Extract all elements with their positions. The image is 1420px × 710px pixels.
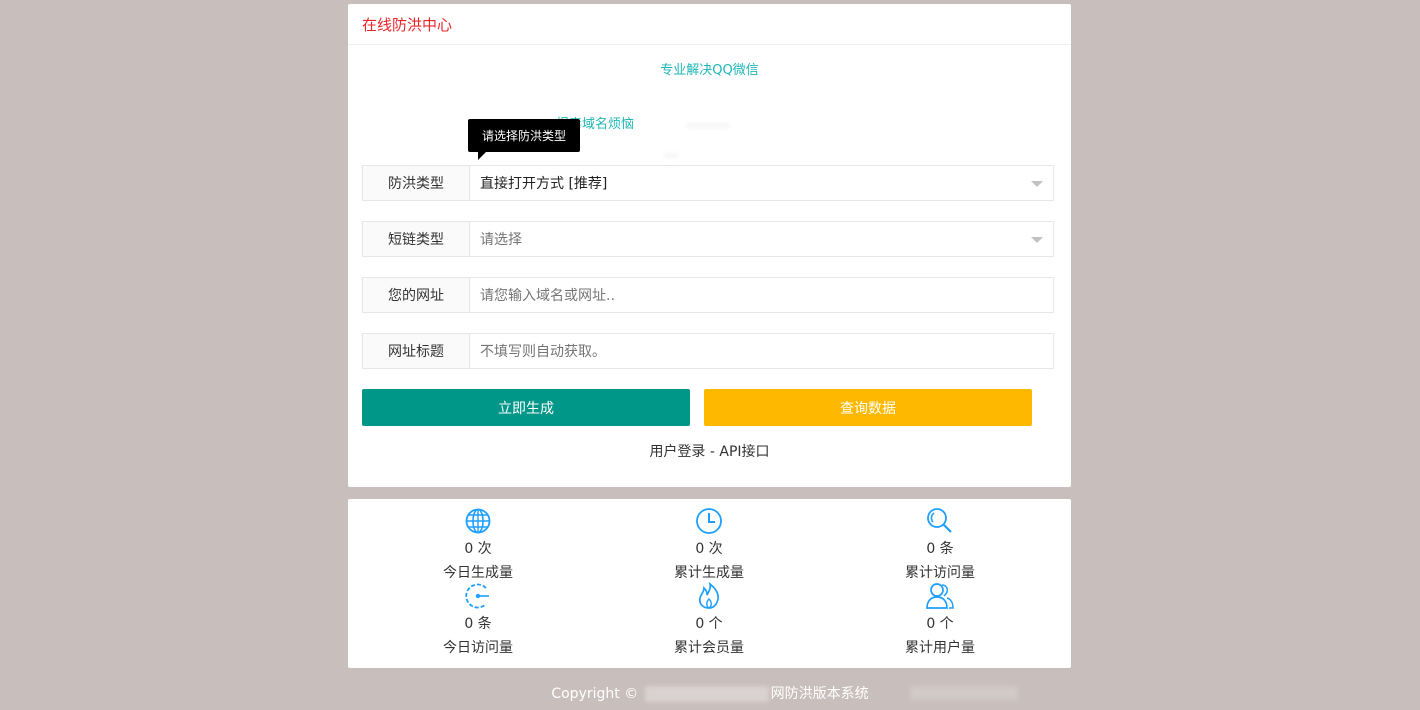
blurred-text (664, 154, 678, 157)
blurred-text (686, 124, 730, 127)
short-link-type-row: 短链类型 请选择 (362, 221, 1054, 257)
stat-today-generated: 0 次 今日生成量 (398, 507, 558, 583)
generate-button[interactable]: 立即生成 (362, 389, 690, 426)
stat-value: 0 个 (695, 616, 723, 632)
chevron-down-icon (1031, 237, 1043, 243)
globe-icon (465, 508, 491, 534)
stat-label: 累计生成量 (674, 565, 744, 581)
title-row: 网址标题 不填写则自动获取。 (362, 333, 1054, 369)
main-panel: 在线防洪中心 专业解决QQ微信 报毒域名烦恼 请选择防洪类型 防洪类型 直接打开… (348, 4, 1071, 487)
stat-value: 0 条 (926, 541, 954, 557)
system-name[interactable]: 网防洪版本系统 (771, 686, 869, 702)
query-data-button[interactable]: 查询数据 (704, 389, 1032, 426)
page-title: 在线防洪中心 (362, 15, 453, 34)
copyright-text: Copyright © (551, 686, 639, 702)
short-link-type-label: 短链类型 (363, 222, 470, 256)
stat-total-members: 0 个 累计会员量 (629, 582, 789, 658)
stat-label: 今日生成量 (443, 565, 513, 581)
flame-icon (698, 582, 719, 609)
stat-total-visits: 0 条 累计访问量 (860, 507, 1020, 583)
panel-header: 在线防洪中心 (348, 4, 1071, 45)
url-label: 您的网址 (363, 278, 470, 312)
users-icon (926, 583, 954, 609)
title-placeholder: 不填写则自动获取。 (480, 344, 606, 360)
stat-label: 累计用户量 (905, 640, 975, 656)
url-placeholder: 请您输入域名或网址.. (480, 288, 615, 304)
tooltip-arrow (478, 152, 486, 160)
tooltip: 请选择防洪类型 (468, 119, 581, 160)
protect-type-label: 防洪类型 (363, 166, 470, 200)
title-label: 网址标题 (363, 334, 470, 368)
protect-type-value: 直接打开方式 [推荐] (480, 176, 608, 192)
stat-label: 今日访问量 (443, 640, 513, 656)
url-input[interactable]: 请您输入域名或网址.. (470, 278, 1053, 312)
protect-type-select[interactable]: 直接打开方式 [推荐] (470, 166, 1053, 200)
footer: Copyright © 网防洪版本系统 (0, 683, 1420, 703)
stat-value: 0 次 (464, 541, 492, 557)
protect-type-row: 防洪类型 直接打开方式 [推荐] (362, 165, 1054, 201)
tooltip-text: 请选择防洪类型 (482, 129, 567, 143)
stat-value: 0 个 (926, 616, 954, 632)
stat-label: 累计会员量 (674, 640, 744, 656)
stats-panel: 0 次 今日生成量 0 次 累计生成量 0 条 累计访问量 0 条 今日访问量 (348, 499, 1071, 668)
slogan-line-1: 专业解决QQ微信 (660, 63, 759, 78)
short-link-type-select[interactable]: 请选择 (470, 222, 1053, 256)
login-api-links[interactable]: 用户登录 - API接口 (348, 441, 1071, 461)
stat-total-generated: 0 次 累计生成量 (629, 507, 789, 583)
stat-total-users: 0 个 累计用户量 (860, 582, 1020, 658)
url-row: 您的网址 请您输入域名或网址.. (362, 277, 1054, 313)
clock-icon (696, 508, 722, 534)
stat-value: 0 次 (695, 541, 723, 557)
search-icon (927, 508, 952, 533)
short-link-type-placeholder: 请选择 (480, 232, 522, 248)
blurred-site-name (644, 686, 769, 702)
stat-label: 累计访问量 (905, 565, 975, 581)
title-input[interactable]: 不填写则自动获取。 (470, 334, 1053, 368)
gauge-icon (465, 583, 489, 609)
stat-today-visits: 0 条 今日访问量 (398, 582, 558, 658)
blurred-text (910, 686, 1018, 700)
stat-value: 0 条 (464, 616, 492, 632)
chevron-down-icon (1031, 181, 1043, 187)
